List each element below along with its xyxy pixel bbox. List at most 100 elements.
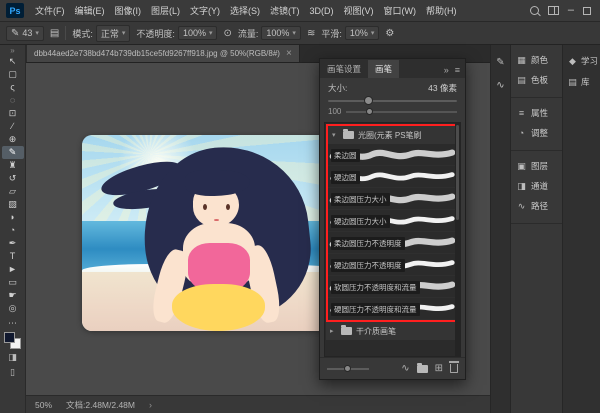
thumbnail-size-slider[interactable]	[327, 368, 369, 370]
options-bar: ✎ 43 ▾ ▤ 模式: 正常 ▾ 不透明度: 100% ▾ ⊙ 流量: 100…	[0, 22, 600, 45]
panel-properties[interactable]: ≡ 属性	[511, 103, 562, 123]
marquee-tool[interactable]: ▢	[2, 68, 24, 81]
panel-paths[interactable]: ∿ 路径	[511, 196, 562, 216]
maximize-icon[interactable]	[583, 7, 591, 15]
move-tool[interactable]: ↖	[2, 55, 24, 68]
brush-item[interactable]: 柔边圆压力大小	[328, 188, 457, 210]
menu-item[interactable]: 视图(V)	[339, 0, 379, 22]
brush-size-slider[interactable]	[328, 100, 457, 102]
search-icon[interactable]	[530, 6, 539, 15]
brush-panel-tab[interactable]: 画笔设置	[320, 60, 368, 78]
panel-dock: ▦ 颜色 ▤ 色板 ≡ 属性 ◔ 调整 ▣ 图层	[510, 45, 562, 413]
scrollbar-thumb[interactable]	[456, 125, 459, 220]
status-options-chevron-icon[interactable]: ›	[149, 400, 152, 410]
panel-library[interactable]: ▤ 库	[563, 73, 600, 91]
panel-color[interactable]: ▦ 颜色	[511, 50, 562, 70]
stroke-preview-toggle-icon[interactable]: ∿	[401, 363, 409, 374]
clone-stamp-tool[interactable]: ♜	[2, 159, 24, 172]
close-icon[interactable]: ×	[286, 49, 292, 59]
menu-item[interactable]: 选择(S)	[225, 0, 265, 22]
flow-select[interactable]: 100% ▾	[261, 26, 301, 40]
brush-size-value[interactable]: 43 像素	[428, 82, 457, 94]
panel-layers[interactable]: ▣ 图层	[511, 156, 562, 176]
airbrush-icon[interactable]: ≋	[307, 28, 315, 39]
menu-item[interactable]: 图像(I)	[110, 0, 147, 22]
brush-rows: 柔边圆 硬边圆 柔边圆压力大小	[328, 144, 457, 320]
opacity-select[interactable]: 100% ▾	[178, 26, 218, 40]
panel-channels[interactable]: ◨ 通道	[511, 176, 562, 196]
menu-item[interactable]: 图层(L)	[146, 0, 185, 22]
thumbnail-size-slider-knob[interactable]	[344, 365, 351, 372]
brush-angle-slider[interactable]	[346, 111, 457, 113]
quick-selection-tool[interactable]: ◌	[2, 94, 24, 107]
smoothing-select[interactable]: 10% ▾	[345, 26, 380, 40]
menu-item[interactable]: 3D(D)	[305, 0, 339, 22]
history-brush-tool[interactable]: ↺	[2, 172, 24, 185]
smoothing-gear-icon[interactable]: ⚙	[385, 28, 394, 39]
type-tool[interactable]: T	[2, 250, 24, 263]
gradient-tool[interactable]: ▨	[2, 198, 24, 211]
brush-angle-slider-knob[interactable]	[366, 108, 373, 115]
quick-mask-icon[interactable]: ◨	[8, 352, 17, 364]
brush-preset-picker[interactable]: ✎ 43 ▾	[6, 26, 44, 41]
flow-control: 流量: 100% ▾	[238, 26, 301, 40]
brush-folder-aperture[interactable]: ▾ 光圈(元素 PS笔刷	[328, 126, 457, 144]
dodge-tool[interactable]: ◔	[2, 224, 24, 237]
hand-tool[interactable]: ☛	[2, 289, 24, 302]
menu-item[interactable]: 编辑(E)	[70, 0, 110, 22]
brush-item[interactable]: 硬边圆	[328, 166, 457, 188]
panel-adjustments[interactable]: ◔ 调整	[511, 123, 562, 143]
brush-settings-toggle-icon[interactable]: ▤	[50, 28, 59, 39]
foreground-color-swatch[interactable]	[4, 332, 15, 343]
shape-tool[interactable]: ▭	[2, 276, 24, 289]
brush-item[interactable]: 软圆压力不透明度和流量	[328, 276, 457, 298]
brush-folder-dry-media[interactable]: ▸ 干介质画笔	[326, 322, 459, 340]
panel-learn[interactable]: ◆ 学习	[563, 52, 600, 70]
brush-tool[interactable]: ✎	[2, 146, 24, 159]
menu-item[interactable]: 帮助(H)	[421, 0, 462, 22]
zoom-level-field[interactable]: 50%	[35, 400, 52, 410]
menu-item[interactable]: 文字(Y)	[185, 0, 225, 22]
pen-tool[interactable]: ✒	[2, 237, 24, 250]
document-title: dbb44aed2e738bd474b739db15ce5fd9267ff918…	[34, 49, 280, 58]
brush-item[interactable]: 硬圆压力不透明度和流量	[328, 298, 457, 320]
document-tab[interactable]: dbb44aed2e738bd474b739db15ce5fd9267ff918…	[27, 45, 300, 62]
panel-menu-icon[interactable]: ≡	[455, 65, 460, 75]
divider	[65, 26, 66, 40]
delete-trash-icon[interactable]	[450, 364, 458, 373]
brush-settings-panel-icon[interactable]: ✎	[496, 57, 504, 68]
toolbar-collapse-icon[interactable]: »	[10, 46, 14, 55]
panel-swatches[interactable]: ▤ 色板	[511, 70, 562, 90]
new-brush-icon[interactable]: ⊞	[435, 363, 443, 374]
foreground-background-colors[interactable]	[4, 332, 21, 349]
brush-stroke-panel-icon[interactable]: ∿	[496, 80, 504, 91]
edit-toolbar-icon[interactable]: ⋯	[8, 318, 17, 328]
mode-select[interactable]: 正常 ▾	[96, 25, 131, 42]
zoom-tool[interactable]: ◎	[2, 302, 24, 315]
path-selection-tool[interactable]: ►	[2, 263, 24, 276]
canvas-artwork[interactable]	[82, 135, 340, 331]
brush-item[interactable]: 硬边圆压力不透明度	[328, 254, 457, 276]
minimize-icon[interactable]: –	[568, 6, 574, 15]
workspace-switcher-icon[interactable]	[548, 6, 559, 15]
brush-item[interactable]: 柔边圆压力不透明度	[328, 232, 457, 254]
blur-tool[interactable]: ◗	[2, 211, 24, 224]
menu-item[interactable]: 滤镜(T)	[265, 0, 305, 22]
brush-item[interactable]: 柔边圆	[328, 144, 457, 166]
panel-expand-icon[interactable]: »	[444, 65, 449, 75]
brush-panel-tab[interactable]: 画笔	[368, 60, 399, 78]
menu-item[interactable]: 窗口(W)	[379, 0, 422, 22]
eraser-tool[interactable]: ▱	[2, 185, 24, 198]
screen-mode-icon[interactable]: ▯	[10, 367, 15, 379]
lasso-tool[interactable]: ς	[2, 81, 24, 94]
healing-brush-tool[interactable]: ⊕	[2, 133, 24, 146]
new-folder-icon[interactable]	[417, 365, 428, 373]
brush-item[interactable]: 硬边圆压力大小	[328, 210, 457, 232]
brush-angle-value[interactable]: 100	[328, 107, 341, 116]
eyedropper-tool[interactable]: ∕	[2, 120, 24, 133]
panel-label: 调整	[531, 127, 548, 139]
menu-item[interactable]: 文件(F)	[30, 0, 70, 22]
scrollbar[interactable]	[455, 123, 460, 356]
crop-tool[interactable]: ⊡	[2, 107, 24, 120]
pen-pressure-opacity-icon[interactable]: ⊙	[223, 28, 231, 39]
